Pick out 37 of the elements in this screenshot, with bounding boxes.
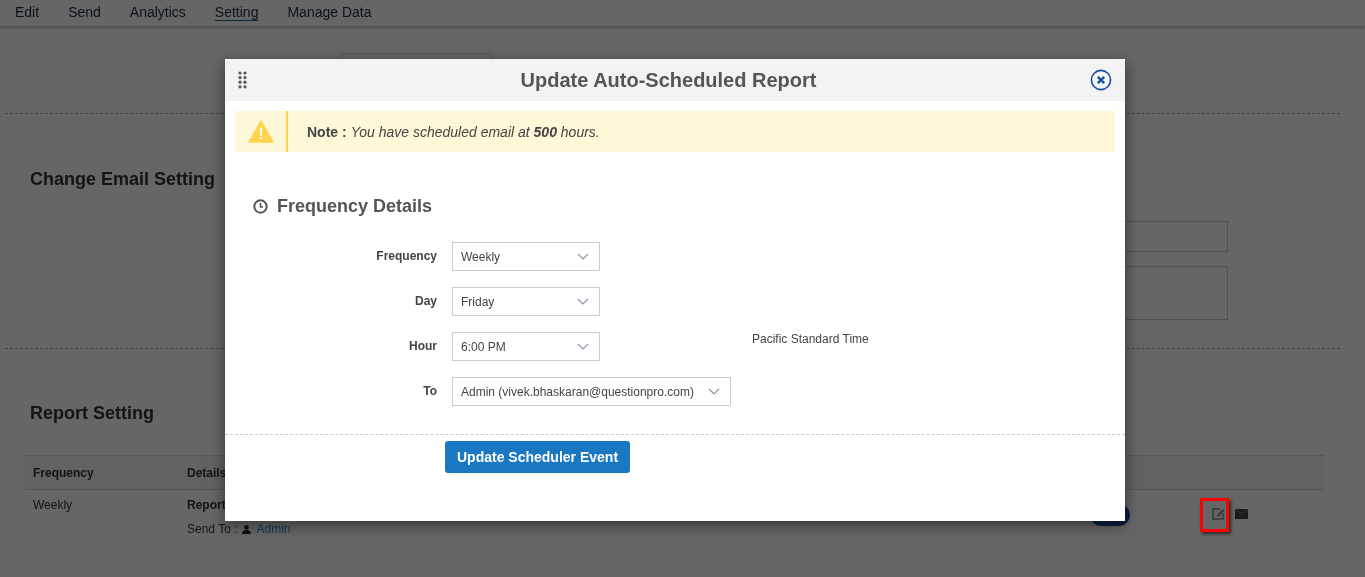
- timezone-label: Pacific Standard Time: [752, 332, 869, 346]
- field-label: Hour: [408, 338, 437, 353]
- clock-icon: [253, 199, 268, 214]
- chevron-down-icon: [577, 298, 589, 305]
- chevron-down-icon: [577, 253, 589, 260]
- nav-tab[interactable]: Manage Data: [287, 0, 372, 26]
- update-button[interactable]: Update Scheduler Event: [445, 441, 631, 473]
- field-label: To: [422, 383, 437, 398]
- column-header: Frequency: [32, 465, 95, 480]
- note-label: Note :: [307, 123, 347, 140]
- dropdown[interactable]: Friday: [452, 287, 600, 316]
- report-name: Report: [187, 498, 227, 512]
- close-icon[interactable]: [1090, 69, 1112, 91]
- user-icon: [242, 524, 252, 534]
- field-label: Day: [414, 293, 437, 308]
- chevron-down-icon: [707, 388, 720, 395]
- nav-tab[interactable]: Edit: [15, 0, 40, 26]
- dropdown[interactable]: 6:00 PM: [452, 332, 600, 361]
- column-header: Details: [187, 465, 227, 480]
- chevron-down-icon: [577, 343, 589, 350]
- drag-handle-icon[interactable]: [238, 71, 247, 89]
- send-to-label: Send To :: [187, 522, 238, 536]
- dropdown[interactable]: Weekly: [452, 242, 600, 271]
- dialog-title: Update Auto-Scheduled Report: [520, 68, 817, 92]
- nav-tab[interactable]: Send: [68, 0, 101, 26]
- field-label: Frequency: [375, 248, 437, 263]
- section-title: Report Setting: [30, 403, 155, 424]
- highlight-frame: [1200, 498, 1229, 532]
- nav-tab[interactable]: Setting: [214, 0, 259, 26]
- nav-tab[interactable]: Analytics: [129, 0, 186, 26]
- section-title: Frequency Details: [277, 196, 433, 217]
- dropdown[interactable]: Admin (vivek.bhaskaran@questionpro.com): [452, 377, 731, 406]
- recipient-link[interactable]: Admin: [256, 522, 291, 536]
- warning-icon: [247, 120, 274, 143]
- note-text: You have scheduled email at 500 hours.: [350, 123, 600, 140]
- table-cell-text: Weekly: [32, 498, 74, 514]
- section-title: Change Email Setting: [30, 169, 216, 191]
